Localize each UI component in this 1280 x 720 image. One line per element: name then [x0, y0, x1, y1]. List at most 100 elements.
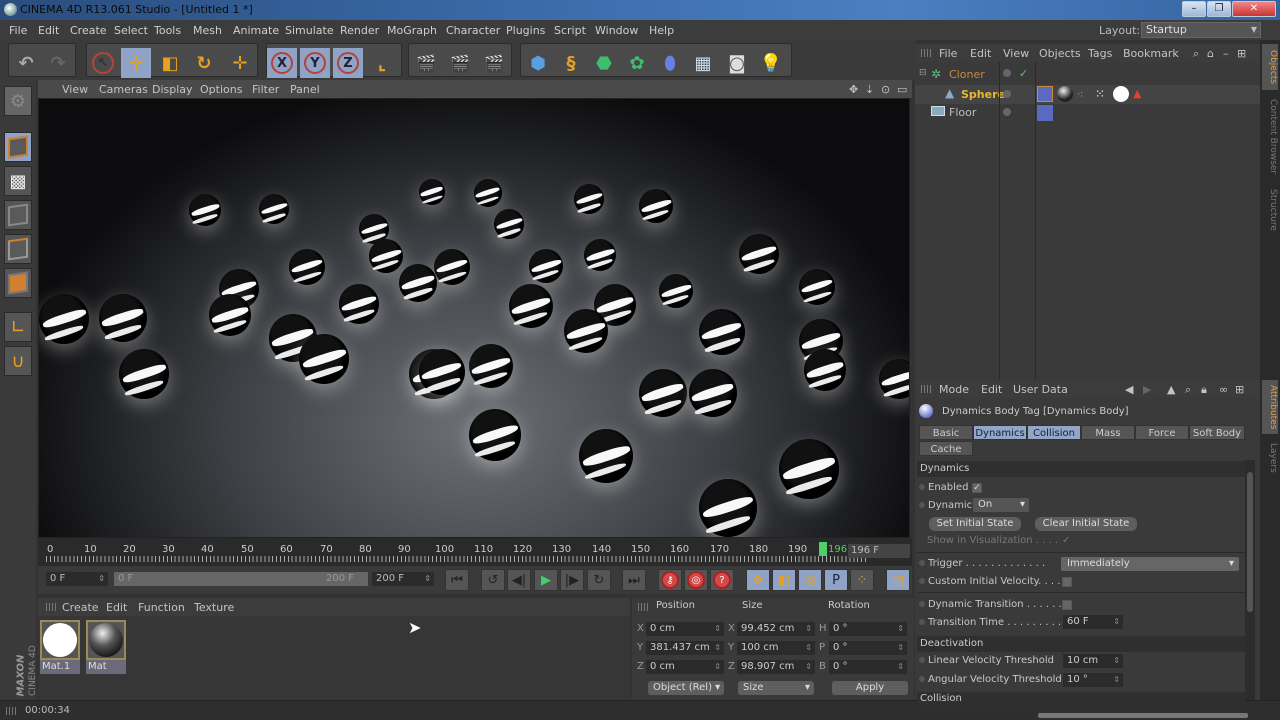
new-window-icon[interactable]: ⊞	[1237, 47, 1246, 60]
angular-velocity-threshold-field[interactable]: 10 ° ⇕	[1063, 673, 1123, 687]
frame-ruler[interactable]	[46, 556, 866, 562]
minimize-button[interactable]: –	[1182, 1, 1206, 17]
add-nurbs-button[interactable]: ⬣	[589, 48, 619, 78]
current-frame-field[interactable]: 196 F	[848, 544, 910, 558]
goto-end-button[interactable]: ⏭	[622, 569, 646, 591]
toggle-view-icon[interactable]: ▭	[897, 83, 907, 96]
object-row-sphere[interactable]: ▲ Sphere ⁖ ⁙ ▲	[915, 85, 1260, 104]
custom-initial-velocity-checkbox[interactable]	[1062, 577, 1072, 587]
size-y-field[interactable]: 100 cm ⇕	[737, 641, 815, 655]
panel-grip-icon[interactable]	[921, 49, 931, 57]
position-y-field[interactable]: 381.437 cm ⇕	[646, 641, 724, 655]
apply-button[interactable]: Apply	[832, 681, 908, 695]
am-menu-user-data[interactable]: User Data	[1013, 383, 1068, 396]
rotate-tool-button[interactable]: ↻	[189, 48, 219, 78]
rotation-b-field[interactable]: 0 ° ⇕	[829, 660, 907, 674]
panel-grip-icon[interactable]	[638, 603, 648, 611]
goto-start-button[interactable]: ⏮	[445, 569, 469, 591]
add-light-button[interactable]: 💡	[756, 48, 786, 78]
scale-tool-button[interactable]: ◧	[155, 48, 185, 78]
up-arrow-icon[interactable]: ▲	[1167, 383, 1175, 396]
object-row-floor[interactable]: Floor	[915, 104, 1260, 123]
move-tool-button[interactable]: ✛	[121, 48, 151, 78]
render-settings-button[interactable]: 🎬	[479, 48, 509, 78]
home-icon[interactable]: ⌂	[1207, 47, 1214, 60]
menu-animate[interactable]: Animate	[233, 24, 279, 37]
coordinate-system-button[interactable]: ⌞	[367, 48, 397, 78]
visibility-dot-icon[interactable]	[1003, 108, 1011, 116]
tab-force[interactable]: Force	[1135, 425, 1189, 440]
make-editable-button[interactable]: ⚙	[4, 86, 32, 116]
play-button[interactable]: ▶	[534, 569, 558, 591]
viewport-menu-display[interactable]: Display	[152, 83, 193, 96]
position-x-field[interactable]: 0 cm ⇕	[646, 622, 724, 636]
viewport-menu-panel[interactable]: Panel	[290, 83, 320, 96]
tab-basic[interactable]: Basic	[919, 425, 973, 440]
animation-dot-icon[interactable]	[919, 578, 925, 584]
animation-dot-icon[interactable]	[919, 657, 925, 663]
tab-soft-body[interactable]: Soft Body	[1189, 425, 1245, 440]
dynamic-transition-checkbox[interactable]	[1062, 600, 1072, 610]
position-z-field[interactable]: 0 cm ⇕	[646, 660, 724, 674]
tab-cache[interactable]: Cache	[919, 441, 973, 456]
tab-collision[interactable]: Collision	[1027, 425, 1081, 440]
forward-arrow-icon[interactable]: ▶	[1143, 383, 1151, 396]
timeline-ruler[interactable]: 0 10 20 30 40 50 60 70 80 90 100 110 120…	[38, 538, 912, 566]
undo-button[interactable]: ↶	[11, 48, 41, 78]
redo-button[interactable]: ↷	[43, 48, 73, 78]
om-menu-tags[interactable]: Tags	[1088, 47, 1112, 60]
layout-select[interactable]: Startup ▼	[1141, 22, 1261, 38]
snap-button[interactable]: ∪	[4, 346, 32, 376]
coordinate-mode-select[interactable]: Object (Rel) ▾	[648, 681, 724, 695]
dynamics-tag-icon[interactable]	[1037, 86, 1053, 102]
animation-dot-icon[interactable]	[919, 619, 925, 625]
am-menu-mode[interactable]: Mode	[939, 383, 969, 396]
horizontal-scrollbar[interactable]	[1038, 713, 1248, 718]
collapse-toggle-icon[interactable]: ⊟	[919, 68, 927, 78]
collapse-icon[interactable]: –	[1223, 47, 1229, 60]
trigger-select[interactable]: Immediately ▾	[1061, 557, 1239, 571]
visibility-dot-icon[interactable]	[1003, 69, 1011, 77]
material-menu-edit[interactable]: Edit	[106, 601, 127, 614]
menu-plugins[interactable]: Plugins	[506, 24, 545, 37]
search-icon[interactable]: ⌕	[1193, 47, 1199, 61]
playhead[interactable]	[819, 542, 827, 556]
menu-tools[interactable]: Tools	[154, 24, 181, 37]
viewport-menu-options[interactable]: Options	[200, 83, 242, 96]
chrome-material-tag-icon[interactable]	[1057, 86, 1073, 102]
size-z-field[interactable]: 98.907 cm ⇕	[737, 660, 815, 674]
close-button[interactable]: ✕	[1232, 1, 1276, 17]
record-active-objects-button[interactable]: ⚷	[658, 569, 682, 591]
animation-dot-icon[interactable]	[919, 676, 925, 682]
viewport-menu-cameras[interactable]: Cameras	[99, 83, 148, 96]
tab-mass[interactable]: Mass	[1081, 425, 1135, 440]
am-menu-edit[interactable]: Edit	[981, 383, 1002, 396]
pan-icon[interactable]: ✥	[849, 83, 858, 96]
menu-character[interactable]: Character	[446, 24, 500, 37]
recent-tool-button[interactable]: ✛	[225, 48, 255, 78]
menu-simulate[interactable]: Simulate	[285, 24, 334, 37]
key-pla-button[interactable]: ⁘	[850, 569, 874, 591]
new-window-icon[interactable]: ⊞	[1235, 383, 1244, 396]
keyframe-selection-button[interactable]: ?	[710, 569, 734, 591]
object-row-cloner[interactable]: ⊟ ✲ Cloner ✓	[915, 66, 1260, 85]
om-menu-file[interactable]: File	[939, 47, 957, 60]
material-menu-function[interactable]: Function	[138, 601, 185, 614]
material-menu-create[interactable]: Create	[62, 601, 99, 614]
panel-grip-icon[interactable]	[921, 385, 931, 393]
menu-script[interactable]: Script	[554, 24, 586, 37]
key-position-button[interactable]: ✥	[746, 569, 770, 591]
menu-file[interactable]: File	[9, 24, 27, 37]
collider-tag-icon[interactable]	[1037, 105, 1053, 121]
search-icon[interactable]: ⌕	[1185, 383, 1191, 397]
end-frame-field[interactable]: 200 F ⇕	[372, 572, 434, 586]
show-in-visualization-checkbox[interactable]: ✓	[1062, 535, 1070, 546]
clear-initial-state-button[interactable]: Clear Initial State	[1035, 517, 1137, 531]
step-back-button[interactable]: ◀|	[507, 569, 531, 591]
animation-dot-icon[interactable]	[919, 601, 925, 607]
rotation-h-field[interactable]: 0 ° ⇕	[829, 622, 907, 636]
white-material-tag-icon[interactable]	[1113, 86, 1129, 102]
size-x-field[interactable]: 99.452 cm ⇕	[737, 622, 815, 636]
animation-dot-icon[interactable]	[919, 560, 925, 566]
animation-dot-icon[interactable]	[919, 502, 925, 508]
